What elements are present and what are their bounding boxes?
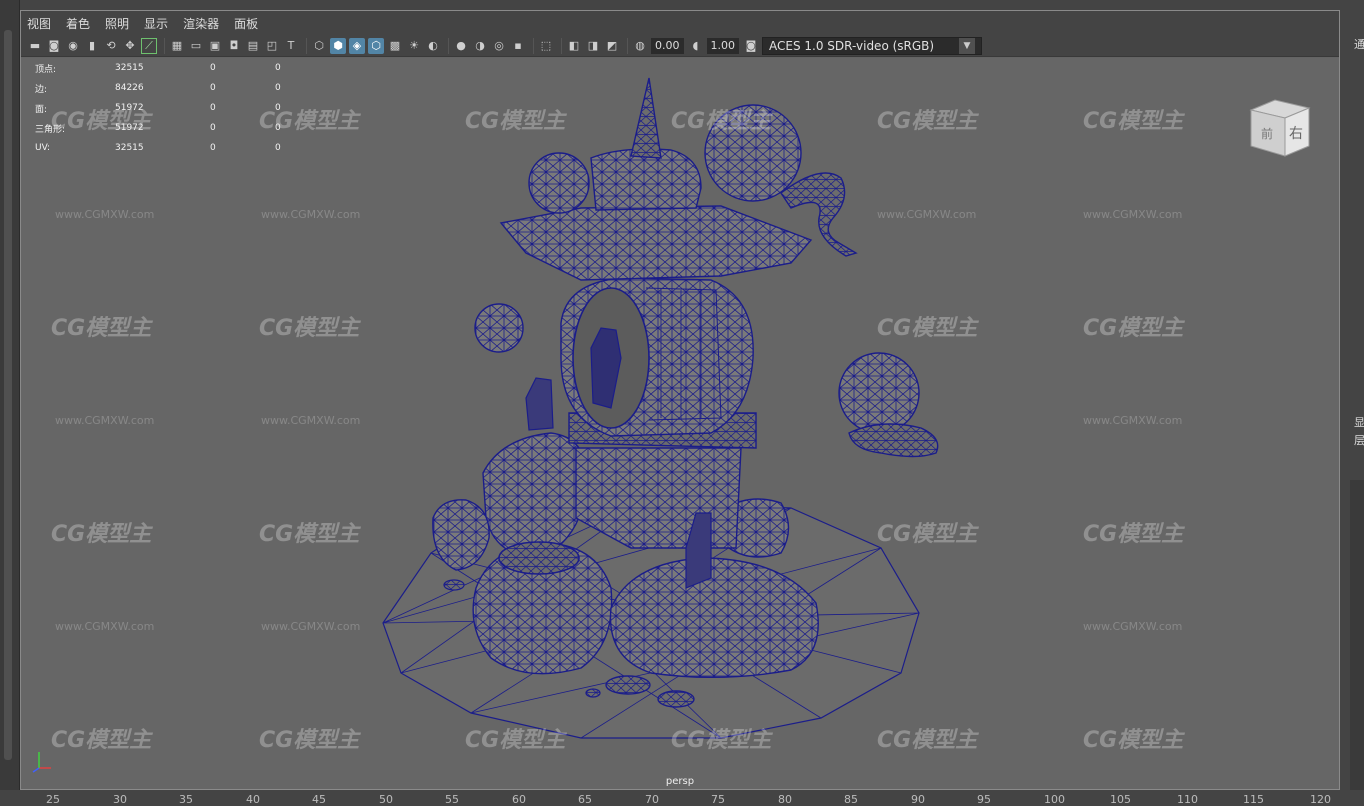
hud-row-vertices: 顶点: 32515 0 0 — [35, 63, 281, 75]
multisample-aa-icon[interactable]: ◎ — [491, 38, 507, 54]
wireframe-on-shaded-icon[interactable]: ⬡ — [368, 37, 384, 54]
safe-action-icon[interactable]: ◰ — [264, 38, 280, 54]
smooth-shade-icon[interactable]: ⬢ — [330, 37, 346, 54]
view-cube[interactable]: 前 右 — [1245, 94, 1315, 164]
film-gate-icon[interactable]: ▭ — [188, 38, 204, 54]
menu-shading[interactable]: 着色 — [66, 15, 90, 32]
screen-space-ao-icon[interactable]: ● — [453, 38, 469, 54]
hud-row-edges: 边: 84226 0 0 — [35, 83, 281, 95]
gamma-field[interactable]: 1.00 — [706, 37, 739, 54]
right-panel-label: 显 — [1354, 416, 1364, 429]
gamma-icon[interactable]: ◖ — [688, 38, 704, 54]
isolate-select-icon[interactable]: ⬚ — [538, 38, 554, 54]
view-transform-label: ACES 1.0 SDR-video (sRGB) — [769, 38, 935, 53]
pencil-icon[interactable]: ⟋ — [141, 37, 157, 54]
shadows-icon[interactable]: ◐ — [425, 38, 441, 54]
camera-attributes-icon[interactable]: ◙ — [46, 38, 62, 54]
resolution-gate-icon[interactable]: ▣ — [207, 38, 223, 54]
menu-show[interactable]: 显示 — [144, 15, 168, 32]
xray-icon[interactable]: ◧ — [566, 38, 582, 54]
axis-gizmo-icon — [32, 752, 51, 773]
time-slider[interactable]: 25 30 35 40 45 50 55 60 65 70 75 80 85 9… — [0, 790, 1364, 806]
2d-pan-zoom-icon[interactable]: ⟲ — [103, 38, 119, 54]
maya-window: 视图 着色 照明 显示 渲染器 面板 ▬ ◙ ◉ ▮ ⟲ ✥ ⟋ ▦ ▭ ▣ ◘… — [0, 0, 1364, 806]
left-scrollbar[interactable] — [4, 30, 12, 760]
menu-renderer[interactable]: 渲染器 — [183, 15, 219, 32]
left-strip — [0, 0, 20, 790]
bookmark-icon[interactable]: ◉ — [65, 38, 81, 54]
viewport-panel: 视图 着色 照明 显示 渲染器 面板 ▬ ◙ ◉ ▮ ⟲ ✥ ⟋ ▦ ▭ ▣ ◘… — [20, 10, 1340, 790]
grid-icon[interactable]: ▦ — [169, 38, 185, 54]
chevron-down-icon: ▼ — [959, 37, 975, 54]
panel-menubar: 视图 着色 照明 显示 渲染器 面板 — [21, 11, 1339, 35]
right-scrollbar[interactable] — [1350, 480, 1364, 790]
menu-panels[interactable]: 面板 — [234, 15, 258, 32]
view-cube-front-label: 前 — [1261, 126, 1273, 141]
3d-viewport[interactable]: CG模型主 CG模型主 CG模型主 CG模型主 CG模型主 CG模型主 www.… — [21, 58, 1339, 789]
channel-box-strip: 通 显 层 — [1340, 0, 1364, 790]
grease-pencil-icon[interactable]: ✥ — [122, 38, 138, 54]
use-lights-icon[interactable]: ☀ — [406, 38, 422, 54]
poly-count-hud: 顶点: 32515 0 0 边: 84226 0 0 面: 51972 0 0 — [35, 58, 315, 158]
xray-components-icon[interactable]: ◩ — [604, 38, 620, 54]
view-cube-right-label: 右 — [1289, 126, 1303, 142]
xray-joints-icon[interactable]: ◨ — [585, 38, 601, 54]
camera-select-icon[interactable]: ▬ — [27, 38, 43, 54]
image-plane-icon[interactable]: ▮ — [84, 38, 100, 54]
view-transform-dropdown[interactable]: ACES 1.0 SDR-video (sRGB) ▼ — [762, 36, 982, 55]
depth-of-field-icon[interactable]: ▪ — [510, 38, 526, 54]
right-panel-label: 层 — [1354, 434, 1364, 447]
textured-icon[interactable]: ▩ — [387, 38, 403, 54]
motion-blur-icon[interactable]: ◑ — [472, 38, 488, 54]
field-chart-icon[interactable]: ▤ — [245, 38, 261, 54]
hud-row-uvs: UV: 32515 0 0 — [35, 143, 281, 153]
menu-view[interactable]: 视图 — [27, 15, 51, 32]
lantern-ring — [560, 277, 754, 437]
default-material-icon[interactable]: ◈ — [349, 37, 365, 54]
right-panel-tab[interactable]: 通 — [1354, 36, 1364, 52]
wireframe-icon[interactable]: ⬡ — [311, 38, 327, 54]
exposure-field[interactable]: 0.00 — [651, 37, 684, 54]
panel-toolbar: ▬ ◙ ◉ ▮ ⟲ ✥ ⟋ ▦ ▭ ▣ ◘ ▤ ◰ T ⬡ ⬢ ◈ ⬡ ▩ ☀ … — [21, 35, 1339, 57]
safe-title-icon[interactable]: T — [283, 38, 299, 54]
hud-row-faces: 面: 51972 0 0 — [35, 103, 281, 115]
exposure-icon[interactable]: ◍ — [632, 38, 648, 54]
color-management-icon[interactable]: ◙ — [743, 38, 759, 54]
wireframe-model — [382, 77, 939, 739]
menu-lighting[interactable]: 照明 — [105, 15, 129, 32]
camera-name-label: persp — [665, 776, 695, 787]
gate-mask-icon[interactable]: ◘ — [226, 38, 242, 54]
hud-row-triangles: 三角形: 51972 0 0 — [35, 123, 281, 135]
